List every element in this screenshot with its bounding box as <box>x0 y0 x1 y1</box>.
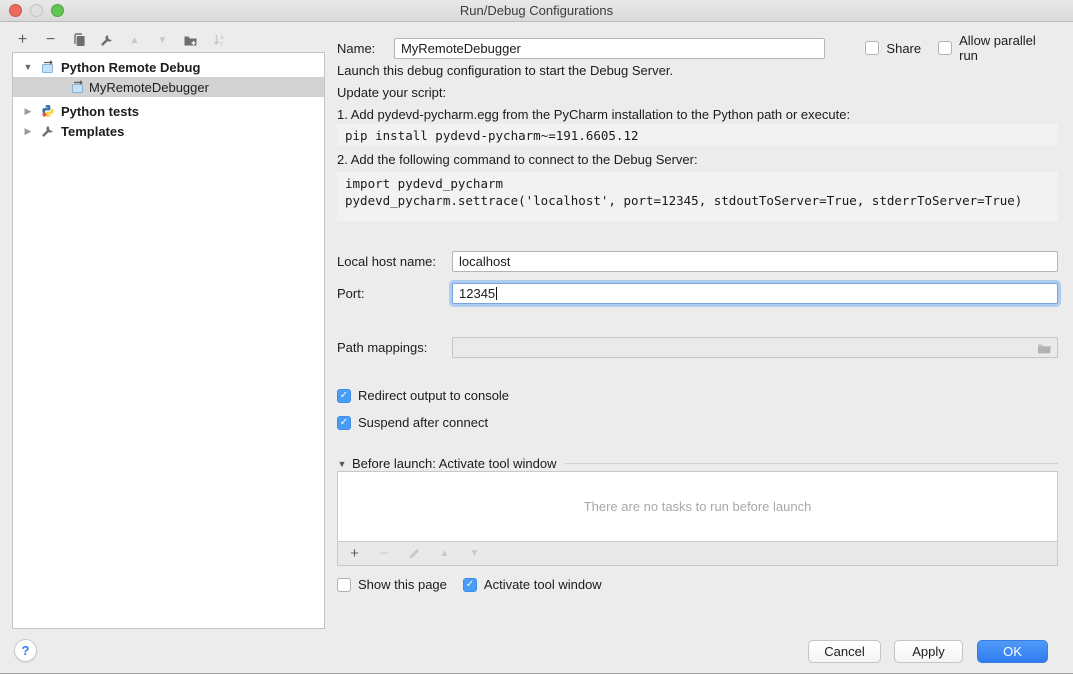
window-title: Run/Debug Configurations <box>460 3 613 18</box>
copy-icon <box>72 33 86 47</box>
section-collapse-icon[interactable]: ▼ <box>337 459 347 469</box>
name-row: Name: Share Allow parallel run <box>337 33 1058 63</box>
close-button[interactable] <box>9 4 22 17</box>
empty-tasks-text: There are no tasks to run before launch <box>584 499 812 514</box>
step2-text: 2. Add the following command to connect … <box>337 152 698 167</box>
tree-item-templates[interactable]: ▶ Templates <box>13 121 324 141</box>
help-button[interactable]: ? <box>14 639 37 662</box>
before-launch-label: Before launch: Activate tool window <box>352 456 557 471</box>
allow-parallel-run-checkbox[interactable] <box>938 41 952 55</box>
local-host-input[interactable] <box>452 251 1058 272</box>
templates-wrench-icon <box>41 124 55 138</box>
local-host-label: Local host name: <box>337 254 444 269</box>
title-bar: Run/Debug Configurations <box>0 0 1073 22</box>
cancel-button[interactable]: Cancel <box>808 640 881 663</box>
configurations-tree: ▼ Python Remote Debug MyRemoteDebugger ▶… <box>12 52 325 629</box>
remote-debug-config-icon <box>71 80 85 94</box>
activate-tool-window-checkbox[interactable] <box>463 578 477 592</box>
sort-az-icon: a z <box>212 33 226 47</box>
svg-text:z: z <box>220 41 223 48</box>
before-launch-task-list[interactable]: There are no tasks to run before launch <box>337 471 1058 542</box>
intro-text: Launch this debug configuration to start… <box>337 63 673 78</box>
suspend-row: Suspend after connect <box>337 415 488 430</box>
configurations-toolbar: + − ▲ ▼ a z <box>12 30 229 50</box>
redirect-output-label: Redirect output to console <box>358 388 509 403</box>
edit-task-button[interactable] <box>404 545 425 563</box>
show-this-page-label: Show this page <box>358 577 447 592</box>
text-caret <box>496 287 497 300</box>
apply-button[interactable]: Apply <box>894 640 963 663</box>
show-this-page-checkbox[interactable] <box>337 578 351 592</box>
tree-item-label: Python Remote Debug <box>61 60 200 75</box>
sort-configurations-button[interactable]: a z <box>208 31 229 49</box>
remote-debug-config-icon <box>41 60 55 74</box>
copy-configuration-button[interactable] <box>68 31 89 49</box>
new-folder-button[interactable] <box>180 31 201 49</box>
new-folder-icon <box>183 33 198 47</box>
expand-arrow-icon[interactable]: ▼ <box>23 62 33 72</box>
local-host-row: Local host name: <box>337 251 1058 272</box>
step1-text: 1. Add pydevd-pycharm.egg from the PyCha… <box>337 107 850 122</box>
settrace-code-block: import pydevd_pycharm pydevd_pycharm.set… <box>337 172 1058 221</box>
tree-item-label: Python tests <box>61 104 139 119</box>
page-options-row: Show this page Activate tool window <box>337 577 602 592</box>
collapse-arrow-icon[interactable]: ▶ <box>23 106 33 117</box>
code-line: import pydevd_pycharm <box>345 175 1050 192</box>
move-down-button[interactable]: ▼ <box>152 31 173 49</box>
tree-item-label: MyRemoteDebugger <box>89 80 209 95</box>
path-mappings-input <box>452 337 1058 358</box>
share-label: Share <box>886 41 921 56</box>
pip-install-code-block: pip install pydevd-pycharm~=191.6605.12 <box>337 124 1058 146</box>
code-line: pydevd_pycharm.settrace('localhost', por… <box>345 192 1050 209</box>
path-mappings-label: Path mappings: <box>337 340 444 355</box>
redirect-output-checkbox[interactable] <box>337 389 351 403</box>
tasks-toolbar: + − ▲ ▼ <box>337 542 1058 566</box>
move-task-down-button[interactable]: ▼ <box>464 545 485 563</box>
name-label: Name: <box>337 41 383 56</box>
update-script-text: Update your script: <box>337 85 446 100</box>
path-mappings-row: Path mappings: <box>337 337 1058 358</box>
suspend-label: Suspend after connect <box>358 415 488 430</box>
share-checkbox[interactable] <box>865 41 879 55</box>
move-task-up-button[interactable]: ▲ <box>434 545 455 563</box>
remove-configuration-button[interactable]: − <box>40 31 61 49</box>
suspend-checkbox[interactable] <box>337 416 351 430</box>
minimize-button <box>30 4 43 17</box>
zoom-button[interactable] <box>51 4 64 17</box>
before-launch-header[interactable]: ▼ Before launch: Activate tool window <box>337 456 1058 471</box>
wrench-icon <box>100 33 114 47</box>
tree-item-myremotedebugger[interactable]: MyRemoteDebugger <box>13 77 324 97</box>
help-icon: ? <box>22 643 30 658</box>
browse-folder-icon[interactable] <box>1037 342 1052 355</box>
name-input[interactable] <box>394 38 825 59</box>
edit-templates-button[interactable] <box>96 31 117 49</box>
tree-item-label: Templates <box>61 124 124 139</box>
move-up-button[interactable]: ▲ <box>124 31 145 49</box>
add-task-button[interactable]: + <box>344 545 365 563</box>
allow-parallel-run-label: Allow parallel run <box>959 33 1058 63</box>
activate-tool-window-label: Activate tool window <box>484 577 602 592</box>
port-input[interactable] <box>452 283 1058 304</box>
remove-task-button[interactable]: − <box>374 545 395 563</box>
tree-item-python-remote-debug[interactable]: ▼ Python Remote Debug <box>13 57 324 77</box>
section-separator <box>565 463 1058 464</box>
add-configuration-button[interactable]: + <box>12 31 33 49</box>
port-row: Port: <box>337 283 1058 304</box>
port-label: Port: <box>337 286 444 301</box>
code-line: pip install pydevd-pycharm~=191.6605.12 <box>345 128 639 143</box>
python-tests-icon <box>41 104 55 118</box>
collapse-arrow-icon[interactable]: ▶ <box>23 126 33 137</box>
redirect-output-row: Redirect output to console <box>337 388 509 403</box>
tree-item-python-tests[interactable]: ▶ Python tests <box>13 101 324 121</box>
pencil-icon <box>408 547 421 560</box>
run-debug-configurations-dialog: Run/Debug Configurations + − ▲ ▼ <box>0 0 1073 674</box>
ok-button[interactable]: OK <box>977 640 1048 663</box>
